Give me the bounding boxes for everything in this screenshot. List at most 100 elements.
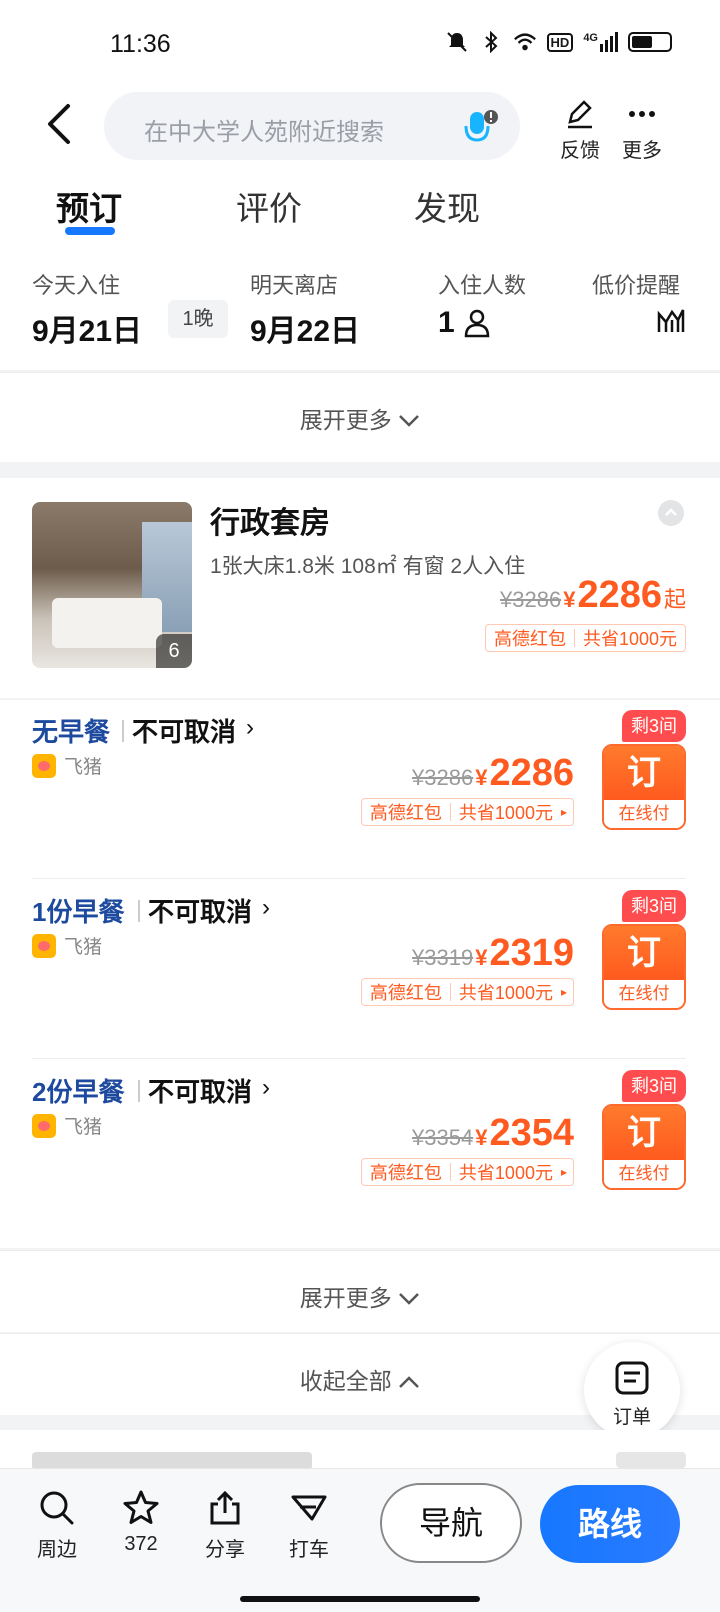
orders-button[interactable]: 订单 <box>584 1342 680 1438</box>
route-button[interactable]: 路线 <box>540 1485 680 1563</box>
rate-promo-badge[interactable]: 高德红包 共省1000元 ▸ <box>360 978 574 1006</box>
tab-booking[interactable]: 预订 <box>56 182 122 230</box>
more-label: 更多 <box>622 140 662 162</box>
share-button[interactable]: 分享 <box>190 1489 260 1562</box>
favorite-count: 372 <box>124 1533 158 1555</box>
hd-icon: HD <box>546 32 574 52</box>
share-label: 分享 <box>205 1539 245 1561</box>
checkout-date: 9月22日 <box>250 315 361 348</box>
promo-saving: 共省1000元 <box>582 629 677 649</box>
rate-price: ¥3286 ¥ 2286 <box>412 752 574 795</box>
checkout-selector[interactable]: 明天离店 9月22日 <box>250 268 360 350</box>
person-icon <box>464 309 489 338</box>
promo-name: 高德红包 <box>493 629 566 649</box>
promo-name: 高德红包 <box>369 803 442 823</box>
room-promo-badge: 高德红包 共省1000元 <box>484 624 686 652</box>
rate-price-value: 2286 <box>489 752 574 794</box>
currency-symbol: ¥ <box>475 765 488 790</box>
fliggy-logo-icon <box>32 933 56 958</box>
collapse-all-label: 收起全部 <box>299 1368 392 1394</box>
rate-price: ¥3354 ¥ 2354 <box>412 1112 574 1155</box>
vendor-name: 飞猪 <box>64 937 103 958</box>
rate-promo-badge[interactable]: 高德红包 共省1000元 ▸ <box>360 1158 574 1186</box>
rate-promo-badge[interactable]: 高德红包 共省1000元 ▸ <box>360 798 574 826</box>
checkin-selector[interactable]: 今天入住 9月21日 <box>32 268 142 350</box>
promo-name: 高德红包 <box>369 983 442 1003</box>
bluetooth-icon <box>479 30 503 54</box>
book-button[interactable]: 订 在线付 <box>602 744 686 830</box>
signal-icon: 4G <box>583 32 618 52</box>
chevron-right-icon: › <box>262 1074 270 1101</box>
rate-price-value: 2319 <box>489 932 574 974</box>
expand-more-dates[interactable]: 展开更多 <box>0 372 720 462</box>
rate-price-value: 2354 <box>489 1112 574 1154</box>
expand-more-label: 展开更多 <box>299 407 392 433</box>
room-card[interactable]: 6 行政套房 1张大床1.8米 108㎡ 有窗 2人入住 ¥3286 ¥ 228… <box>0 478 720 698</box>
active-tab-indicator <box>65 227 115 235</box>
search-placeholder: 在中大学人苑附近搜索 <box>144 119 384 146</box>
currency-symbol: ¥ <box>563 587 576 612</box>
cancel-policy[interactable]: 不可取消 <box>148 1072 252 1109</box>
promo-saving: 共省1000元 <box>458 1163 553 1183</box>
favorite-button[interactable]: 372 <box>106 1489 176 1556</box>
status-time: 11:36 <box>110 30 171 58</box>
checkin-date: 9月21日 <box>32 315 143 348</box>
tab-reviews[interactable]: 评价 <box>236 182 302 230</box>
vendor-name: 飞猪 <box>64 757 103 778</box>
chevron-up-icon <box>399 1376 420 1388</box>
checkin-title: 今天入住 <box>32 273 121 298</box>
meal-plan: 无早餐 <box>32 717 111 747</box>
collapse-room-button[interactable] <box>658 500 684 526</box>
price-trend-icon <box>657 309 685 332</box>
caret-right-icon: ▸ <box>560 1165 567 1179</box>
next-section-peek <box>0 1430 720 1470</box>
expand-more-rates[interactable]: 展开更多 <box>0 1250 720 1332</box>
room-name: 行政套房 <box>210 507 330 540</box>
rate-plan-list: 无早餐 不可取消 › 飞猪 ¥3286 ¥ 2286 高德红包 共省1000元 … <box>0 700 720 1248</box>
guests-count: 1 <box>438 306 455 339</box>
caret-right-icon: ▸ <box>560 805 567 819</box>
rate-price: ¥3319 ¥ 2319 <box>412 932 574 975</box>
chevron-up-icon <box>665 508 677 516</box>
caret-right-icon: ▸ <box>560 985 567 999</box>
pencil-icon <box>568 100 592 129</box>
vendor: 飞猪 <box>32 932 102 959</box>
nearby-label: 周边 <box>37 1539 77 1561</box>
expand-more-label: 展开更多 <box>299 1285 392 1311</box>
cancel-policy[interactable]: 不可取消 <box>148 892 252 929</box>
star-icon <box>123 1490 159 1524</box>
promo-saving: 共省1000元 <box>458 803 553 823</box>
voice-search-icon[interactable] <box>460 106 500 146</box>
more-button[interactable]: 更多 <box>612 94 672 164</box>
room-photo[interactable]: 6 <box>32 502 192 668</box>
price-alert-button[interactable]: 低价提醒 <box>592 268 686 341</box>
room-price-value: 2286 <box>577 574 662 616</box>
wifi-icon <box>513 30 537 54</box>
taxi-label: 打车 <box>289 1539 329 1561</box>
rooms-left-badge: 剩3间 <box>622 890 686 922</box>
chevron-right-icon: › <box>262 894 270 921</box>
book-button[interactable]: 订 在线付 <box>602 924 686 1010</box>
fliggy-logo-icon <box>32 1113 56 1138</box>
feedback-button[interactable]: 反馈 <box>550 94 610 164</box>
tab-discover[interactable]: 发现 <box>414 182 480 230</box>
more-dots-icon <box>629 111 655 117</box>
taxi-button[interactable]: 打车 <box>274 1489 344 1562</box>
book-button[interactable]: 订 在线付 <box>602 1104 686 1190</box>
guests-selector[interactable]: 入住人数 1 <box>438 268 526 340</box>
rooms-left-badge: 剩3间 <box>622 1070 686 1102</box>
search-input[interactable]: 在中大学人苑附近搜索 <box>104 92 520 160</box>
home-indicator[interactable] <box>240 1596 480 1602</box>
nearby-button[interactable]: 周边 <box>22 1489 92 1562</box>
back-button[interactable] <box>40 102 84 146</box>
pay-online-label: 在线付 <box>604 1160 684 1188</box>
navigate-button[interactable]: 导航 <box>380 1483 522 1563</box>
chevron-down-icon <box>399 1293 420 1305</box>
battery-icon <box>628 32 672 52</box>
cancel-policy[interactable]: 不可取消 <box>132 712 236 749</box>
photo-count: 6 <box>156 634 192 668</box>
back-arrow-icon <box>48 104 70 144</box>
orders-label: 订单 <box>612 1407 651 1428</box>
vendor-name: 飞猪 <box>64 1117 103 1138</box>
network-type: 4G <box>583 32 598 44</box>
